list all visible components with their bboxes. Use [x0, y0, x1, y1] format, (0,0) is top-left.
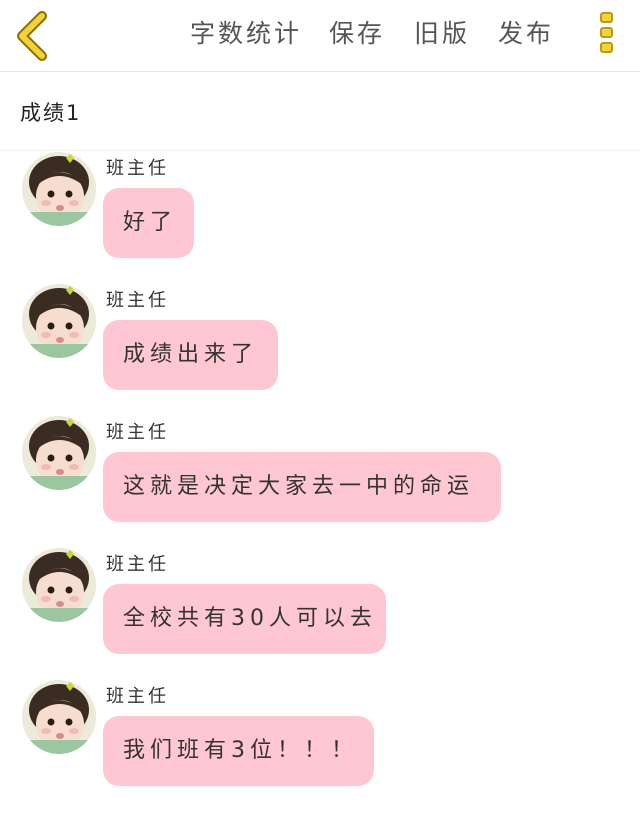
publish-button[interactable]: 发布	[498, 18, 554, 50]
more-vertical-icon	[600, 27, 613, 38]
document-title[interactable]: 成绩1	[20, 97, 81, 127]
more-vertical-icon	[600, 42, 613, 53]
message-item: 班主任 我们班有3位！！！	[0, 680, 640, 800]
baby-face-icon	[22, 680, 96, 754]
message-bubble[interactable]: 成绩出来了	[103, 320, 278, 390]
avatar[interactable]	[22, 680, 96, 754]
sender-name: 班主任	[106, 554, 169, 575]
message-bubble[interactable]: 全校共有30人可以去	[103, 584, 386, 654]
top-toolbar: 字数统计 保存 旧版 发布	[0, 0, 640, 72]
sender-name: 班主任	[106, 158, 169, 179]
baby-face-icon	[22, 284, 96, 358]
chevron-left-icon	[17, 11, 47, 61]
old-version-button[interactable]: 旧版	[414, 18, 470, 50]
more-menu-button[interactable]	[598, 12, 616, 60]
more-vertical-icon	[600, 12, 613, 23]
sender-name: 班主任	[106, 686, 169, 707]
avatar[interactable]	[22, 548, 96, 622]
document-title-bar: 成绩1	[0, 73, 640, 151]
avatar[interactable]	[22, 416, 96, 490]
message-item: 班主任 成绩出来了	[0, 284, 640, 404]
avatar[interactable]	[22, 284, 96, 358]
sender-name: 班主任	[106, 422, 169, 443]
avatar[interactable]	[22, 152, 96, 226]
baby-face-icon	[22, 416, 96, 490]
message-bubble[interactable]: 我们班有3位！！！	[103, 716, 374, 786]
baby-face-icon	[22, 152, 96, 226]
word-count-button[interactable]: 字数统计	[190, 18, 302, 50]
message-bubble[interactable]: 这就是决定大家去一中的命运	[103, 452, 501, 522]
baby-face-icon	[22, 548, 96, 622]
sender-name: 班主任	[106, 290, 169, 311]
message-bubble[interactable]: 好了	[103, 188, 194, 258]
save-button[interactable]: 保存	[329, 18, 385, 50]
back-button[interactable]	[10, 10, 58, 62]
message-item: 班主任 好了	[0, 152, 640, 272]
message-item: 班主任 全校共有30人可以去	[0, 548, 640, 668]
message-item: 班主任 这就是决定大家去一中的命运	[0, 416, 640, 536]
